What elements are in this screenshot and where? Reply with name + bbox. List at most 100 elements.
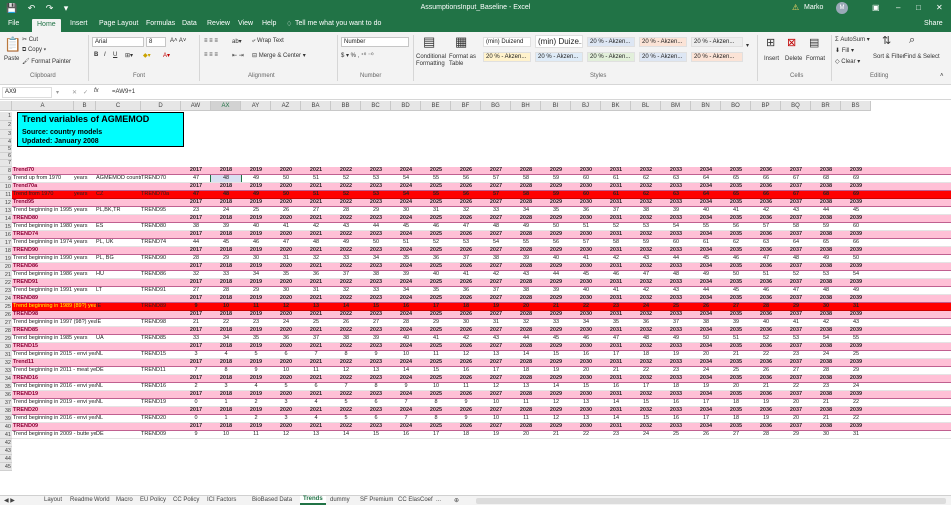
cell-az[interactable]: 10 bbox=[271, 367, 301, 374]
table-row[interactable]: Trend beginning in 1980 years ES TREND80 38 3… bbox=[12, 223, 951, 231]
cell-bk[interactable]: 47 bbox=[601, 335, 631, 342]
cell-bd[interactable]: 2024 bbox=[391, 263, 421, 270]
cell-ba[interactable]: 13 bbox=[301, 303, 331, 310]
cell-br[interactable]: 2038 bbox=[811, 183, 841, 190]
cell-bl[interactable]: 2032 bbox=[631, 375, 661, 382]
cell-d[interactable]: TREND98 bbox=[141, 319, 181, 326]
font-size-select[interactable]: 8 bbox=[146, 37, 166, 47]
sheet-tab[interactable]: Trends bbox=[300, 496, 326, 505]
cell-bd[interactable]: 2024 bbox=[391, 231, 421, 238]
cell-a[interactable]: TREND20 bbox=[12, 407, 96, 414]
cell-br[interactable]: 42 bbox=[811, 319, 841, 326]
cell-bk[interactable]: 2031 bbox=[601, 343, 631, 350]
wrap-text-button[interactable]: ⤶ Wrap Text bbox=[252, 38, 284, 45]
trend-header-row[interactable]: TREND74 2017 2018 2019 2020 2021 2022 2023 2024 2… bbox=[12, 231, 951, 239]
cell-ay[interactable]: 2019 bbox=[241, 231, 271, 238]
cell-bl[interactable]: 42 bbox=[631, 287, 661, 294]
cell-bk[interactable]: 52 bbox=[601, 223, 631, 230]
trend-header-row[interactable]: TREND85 2017 2018 2019 2020 2021 2022 2023 2024 2… bbox=[12, 327, 951, 335]
cell-az[interactable]: 2020 bbox=[271, 263, 301, 270]
cell-bf[interactable]: 37 bbox=[451, 255, 481, 262]
column-header[interactable]: BR bbox=[811, 101, 841, 111]
cell-bq[interactable]: 2037 bbox=[781, 247, 811, 254]
cell-bd[interactable]: 16 bbox=[391, 303, 421, 310]
cell-bp[interactable]: 28 bbox=[751, 431, 781, 438]
cell-ba[interactable]: 13 bbox=[301, 431, 331, 438]
cell-bc[interactable]: 2023 bbox=[361, 231, 391, 238]
cell-bm[interactable]: 23 bbox=[661, 367, 691, 374]
cell-bm[interactable]: 25 bbox=[661, 303, 691, 310]
cell-bc[interactable]: 9 bbox=[361, 351, 391, 358]
cell-aw[interactable]: 9 bbox=[181, 303, 211, 310]
add-sheet-icon[interactable]: ⊕ bbox=[454, 497, 459, 504]
row-header[interactable]: 8 bbox=[0, 167, 12, 175]
cell-bb[interactable]: 28 bbox=[331, 207, 361, 214]
cell-bc[interactable]: 2023 bbox=[361, 359, 391, 366]
cell-bh[interactable]: 2028 bbox=[511, 343, 541, 350]
cell-az[interactable]: 2020 bbox=[271, 391, 301, 398]
column-header[interactable]: AZ bbox=[271, 101, 301, 111]
cell-b[interactable] bbox=[74, 319, 96, 326]
cell-bq[interactable]: 2037 bbox=[781, 423, 811, 430]
cell-bi[interactable]: 15 bbox=[541, 351, 571, 358]
row-header[interactable]: 37 bbox=[0, 399, 12, 407]
cell-be[interactable]: 2025 bbox=[421, 279, 451, 286]
cell-ax[interactable]: 1 bbox=[211, 415, 241, 422]
column-header[interactable]: C bbox=[96, 101, 141, 111]
cell-bl[interactable]: 47 bbox=[631, 271, 661, 278]
trend-header-row[interactable]: Trend70 2017 2018 2019 2020 2021 2022 2023 2024 2… bbox=[12, 167, 951, 175]
cell-b[interactable] bbox=[74, 383, 96, 390]
cell-ba[interactable]: 2021 bbox=[301, 231, 331, 238]
table-row[interactable]: Trend beginning in 2016 - envi years NL TR… bbox=[12, 383, 951, 391]
cell-bd[interactable]: 2024 bbox=[391, 279, 421, 286]
cell-aw[interactable]: 2017 bbox=[181, 247, 211, 254]
cell-bs[interactable]: 31 bbox=[841, 431, 871, 438]
cell-ax[interactable]: 33 bbox=[211, 271, 241, 278]
cell-bj[interactable]: 34 bbox=[571, 319, 601, 326]
cell-bf[interactable]: 2026 bbox=[451, 295, 481, 302]
cell-bs[interactable]: 2039 bbox=[841, 215, 871, 222]
cell-ay[interactable]: 35 bbox=[241, 335, 271, 342]
cell-be[interactable]: 2025 bbox=[421, 391, 451, 398]
cell-be[interactable]: 2025 bbox=[421, 375, 451, 382]
cell-bl[interactable]: 2032 bbox=[631, 423, 661, 430]
row-header[interactable]: 20 bbox=[0, 263, 12, 271]
cell-ay[interactable]: 4 bbox=[241, 383, 271, 390]
cell-bc[interactable]: 29 bbox=[361, 207, 391, 214]
cell-be[interactable]: 2025 bbox=[421, 263, 451, 270]
row-header[interactable]: 24 bbox=[0, 295, 12, 303]
cell-bf[interactable]: 42 bbox=[451, 335, 481, 342]
cell-az[interactable]: 30 bbox=[271, 287, 301, 294]
cell-aw[interactable]: 23 bbox=[181, 207, 211, 214]
cell-ay[interactable]: 2019 bbox=[241, 391, 271, 398]
cell-bl[interactable]: 2032 bbox=[631, 215, 661, 222]
cell-bf[interactable]: 2026 bbox=[451, 231, 481, 238]
cell-bo[interactable]: 2035 bbox=[721, 311, 751, 318]
cell-br[interactable]: 28 bbox=[811, 367, 841, 374]
cell-ax[interactable]: 3 bbox=[211, 383, 241, 390]
cell-az[interactable]: 2020 bbox=[271, 215, 301, 222]
cell-bf[interactable]: 47 bbox=[451, 223, 481, 230]
cell-bj[interactable]: 60 bbox=[571, 175, 601, 182]
cell-bm[interactable]: 2033 bbox=[661, 343, 691, 350]
cell-bm[interactable]: 54 bbox=[661, 223, 691, 230]
cell-bb[interactable]: 5 bbox=[331, 399, 361, 406]
cell-aw[interactable]: 21 bbox=[181, 319, 211, 326]
cell-bc[interactable]: 33 bbox=[361, 287, 391, 294]
cell-bn[interactable]: 64 bbox=[691, 191, 721, 198]
cell-a[interactable]: TREND85 bbox=[12, 327, 96, 334]
cell-bq[interactable]: 22 bbox=[781, 383, 811, 390]
cell-bm[interactable]: 63 bbox=[661, 175, 691, 182]
cell-bs[interactable]: 50 bbox=[841, 255, 871, 262]
cell-bp[interactable]: 46 bbox=[751, 287, 781, 294]
cell-bs[interactable]: 2039 bbox=[841, 407, 871, 414]
cell-br[interactable]: 53 bbox=[811, 271, 841, 278]
cell-bj[interactable]: 2030 bbox=[571, 359, 601, 366]
cell-bp[interactable]: 2036 bbox=[751, 295, 781, 302]
row-header[interactable]: 31 bbox=[0, 351, 12, 359]
cell-az[interactable]: 2020 bbox=[271, 327, 301, 334]
cell-bn[interactable]: 2034 bbox=[691, 247, 721, 254]
cell-bj[interactable]: 16 bbox=[571, 351, 601, 358]
cell-bp[interactable]: 19 bbox=[751, 415, 781, 422]
cell-bc[interactable]: 38 bbox=[361, 271, 391, 278]
